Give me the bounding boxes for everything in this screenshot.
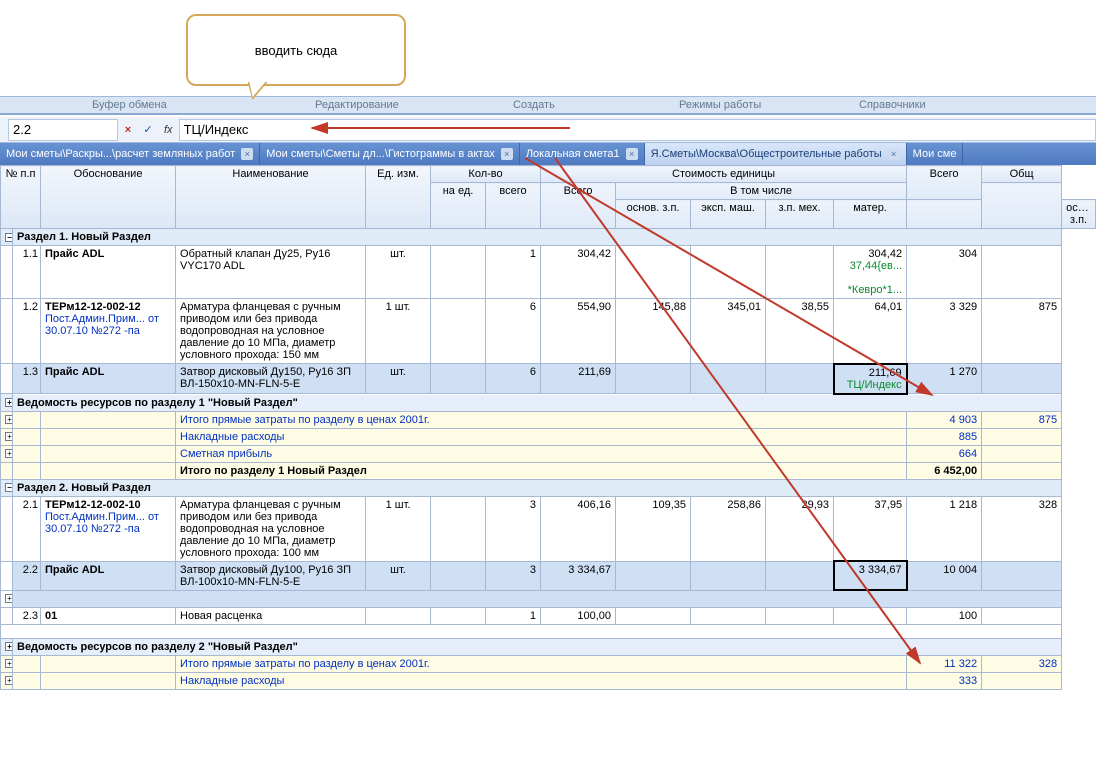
cancel-icon[interactable]: × — [118, 119, 138, 141]
col-eksp[interactable]: эксп. маш. — [691, 200, 766, 229]
row-blank — [1, 624, 1096, 638]
expand-icon[interactable]: + — [5, 642, 13, 651]
col-osn2[interactable]: основ. з.п. — [1062, 200, 1096, 229]
estimate-grid[interactable]: № п.п Обоснование Наименование Ед. изм. … — [0, 165, 1096, 779]
expand-icon[interactable]: + — [5, 415, 13, 424]
col-vsego[interactable]: всего — [486, 183, 541, 229]
col-num[interactable]: № п.п — [1, 166, 41, 229]
col-naim[interactable]: Наименование — [176, 166, 366, 229]
expand-icon[interactable]: + — [5, 659, 13, 668]
ribbon-g3: Создать — [513, 99, 555, 111]
row-1-1[interactable]: 1.1 Прайс ADL Обратный клапан Ду25, Ру16… — [1, 246, 1096, 299]
subtotal-it2[interactable]: +Итого прямые затраты по разделу в ценах… — [1, 655, 1096, 672]
tab-4[interactable]: Мои сме — [907, 143, 964, 165]
col-vsego3[interactable]: Всего — [907, 166, 982, 200]
accept-icon[interactable]: ✓ — [138, 119, 158, 141]
row-2-2-sub[interactable]: + — [1, 590, 1096, 607]
col-naed[interactable]: на ед. — [431, 183, 486, 229]
tab-3[interactable]: Я.Сметы\Москва\Общестроительные работы× — [645, 143, 907, 165]
col-osn[interactable]: основ. з.п. — [616, 200, 691, 229]
row-1-3[interactable]: 1.3 Прайс ADL Затвор дисковый Ду150, Ру1… — [1, 364, 1096, 394]
cell-reference-input[interactable]: 2.2 — [8, 119, 118, 141]
col-obsh2[interactable] — [982, 183, 1062, 229]
collapse-icon[interactable]: − — [5, 483, 13, 492]
row-2-1[interactable]: 2.1 ТЕРм12-12-002-10Пост.Админ.Прим... о… — [1, 496, 1096, 561]
ribbon-g5: Справочники — [859, 99, 926, 111]
subtotal-nr[interactable]: +Накладные расходы885 — [1, 428, 1096, 445]
expand-icon[interactable]: + — [5, 398, 13, 407]
tab-0[interactable]: Мои сметы\Раскры...\расчет земляных рабо… — [0, 143, 260, 165]
col-zpmeh[interactable]: з.п. мех. — [766, 200, 834, 229]
row-1-2[interactable]: 1.2 ТЕРм12-12-002-12Пост.Админ.Прим... о… — [1, 299, 1096, 364]
subtotal-sp[interactable]: +Сметная прибыль664 — [1, 445, 1096, 462]
expand-icon[interactable]: + — [5, 594, 13, 603]
vedom-2[interactable]: +Ведомость ресурсов по разделу 2 "Новый … — [1, 638, 1096, 655]
tab-2[interactable]: Локальная смета1× — [520, 143, 645, 165]
header-row-1: № п.п Обоснование Наименование Ед. изм. … — [1, 166, 1096, 183]
ribbon-g1: Буфер обмена — [92, 99, 167, 111]
ribbon-g2: Редактирование — [315, 99, 399, 111]
col-vsego3[interactable] — [907, 200, 982, 229]
col-stoimed[interactable]: Стоимость единицы — [541, 166, 907, 183]
document-tabs: Мои сметы\Раскры...\расчет земляных рабо… — [0, 143, 1096, 165]
row-2-3[interactable]: 2.3 01 Новая расценка 1 100,00 100 — [1, 607, 1096, 624]
tab-1[interactable]: Мои сметы\Сметы дл...\Гистограммы в акта… — [260, 143, 520, 165]
section-2-header[interactable]: − Раздел 2. Новый Раздел — [1, 479, 1096, 496]
vedom-1[interactable]: +Ведомость ресурсов по разделу 1 "Новый … — [1, 394, 1096, 412]
close-icon[interactable]: × — [888, 148, 900, 160]
col-vsego2[interactable]: Всего — [541, 183, 616, 229]
expand-icon[interactable]: + — [5, 432, 13, 441]
col-vtom[interactable]: В том числе — [616, 183, 907, 200]
close-icon[interactable]: × — [241, 148, 253, 160]
ribbon-groups: Буфер обмена Редактирование Создать Режи… — [0, 96, 1096, 115]
callout-bubble: вводить сюда — [186, 14, 406, 86]
subtotal-itr1[interactable]: Итого по разделу 1 Новый Раздел6 452,00 — [1, 462, 1096, 479]
section-1-header[interactable]: − Раздел 1. Новый Раздел — [1, 229, 1096, 246]
close-icon[interactable]: × — [626, 148, 638, 160]
col-obos[interactable]: Обоснование — [41, 166, 176, 229]
subtotal-it1[interactable]: +Итого прямые затраты по разделу в ценах… — [1, 411, 1096, 428]
formula-bar: 2.2 × ✓ fx — [0, 117, 1096, 143]
callout-text: вводить сюда — [255, 43, 338, 58]
col-ed[interactable]: Ед. изм. — [366, 166, 431, 229]
ribbon-g4: Режимы работы — [679, 99, 761, 111]
expand-icon[interactable]: + — [5, 449, 13, 458]
col-kolvo[interactable]: Кол-во — [431, 166, 541, 183]
row-2-2[interactable]: 2.2 Прайс ADL Затвор дисковый Ду100, Ру1… — [1, 561, 1096, 590]
col-obsh[interactable]: Общ — [982, 166, 1062, 183]
callout-tail2 — [247, 82, 266, 97]
close-icon[interactable]: × — [501, 148, 513, 160]
subtotal-nr2[interactable]: +Накладные расходы333 — [1, 672, 1096, 689]
formula-input[interactable] — [179, 119, 1096, 141]
col-mater[interactable]: матер. — [834, 200, 907, 229]
grid-table: № п.п Обоснование Наименование Ед. изм. … — [0, 165, 1096, 690]
fx-icon[interactable]: fx — [158, 124, 179, 136]
expand-icon[interactable]: + — [5, 676, 13, 685]
collapse-icon[interactable]: − — [5, 233, 13, 242]
